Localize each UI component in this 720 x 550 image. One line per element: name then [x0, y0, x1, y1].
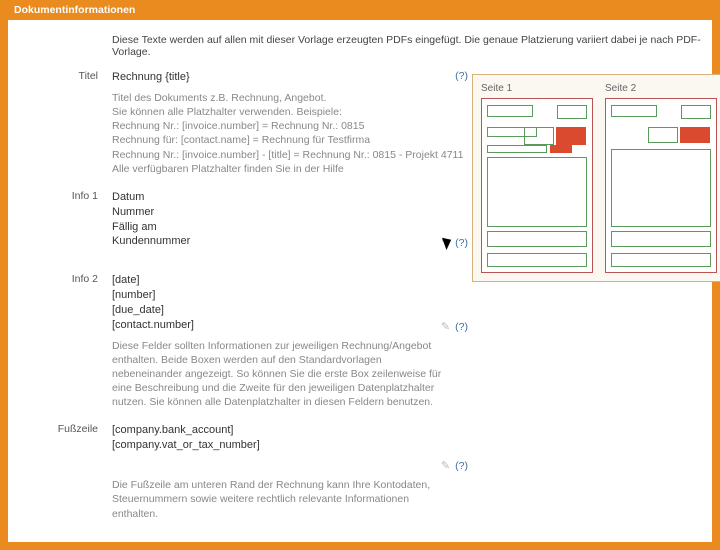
- help-titel[interactable]: (?): [455, 70, 468, 82]
- pencil-icon[interactable]: ✎: [441, 236, 450, 249]
- label-titel: Titel: [18, 70, 112, 82]
- value-fusszeile[interactable]: [company.bank_account] [company.vat_or_t…: [112, 423, 412, 453]
- help-info1[interactable]: (?): [455, 237, 468, 249]
- preview-page-2: Seite 2: [605, 83, 717, 273]
- preview-page-1: Seite 1: [481, 83, 593, 273]
- value-info2[interactable]: [date] [number] [due_date] [contact.numb…: [112, 273, 412, 332]
- section-tab: Dokumentinformationen: [8, 0, 141, 20]
- intro-text: Diese Texte werden auf allen mit dieser …: [112, 34, 702, 58]
- hint-titel: Titel des Dokuments z.B. Rechnung, Angeb…: [112, 91, 472, 176]
- label-fusszeile: Fußzeile: [18, 423, 112, 435]
- hint-info2: Diese Felder sollten Informationen zur j…: [112, 339, 442, 410]
- pencil-icon[interactable]: ✎: [441, 320, 450, 333]
- label-info1: Info 1: [18, 190, 112, 202]
- help-fusszeile[interactable]: (?): [455, 460, 468, 472]
- app-frame: Dokumentinformationen Diese Texte werden…: [0, 0, 720, 550]
- content-sheet: Diese Texte werden auf allen mit dieser …: [8, 20, 712, 542]
- hint-fusszeile: Die Fußzeile am unteren Rand der Rechnun…: [112, 478, 442, 521]
- preview-panel: Seite 1: [472, 70, 720, 282]
- value-info1[interactable]: Datum Nummer Fällig am Kundennummer: [112, 190, 412, 249]
- pencil-icon[interactable]: ✎: [441, 459, 450, 472]
- label-info2: Info 2: [18, 273, 112, 285]
- help-info2[interactable]: (?): [455, 321, 468, 333]
- value-titel[interactable]: Rechnung {title}: [112, 70, 412, 85]
